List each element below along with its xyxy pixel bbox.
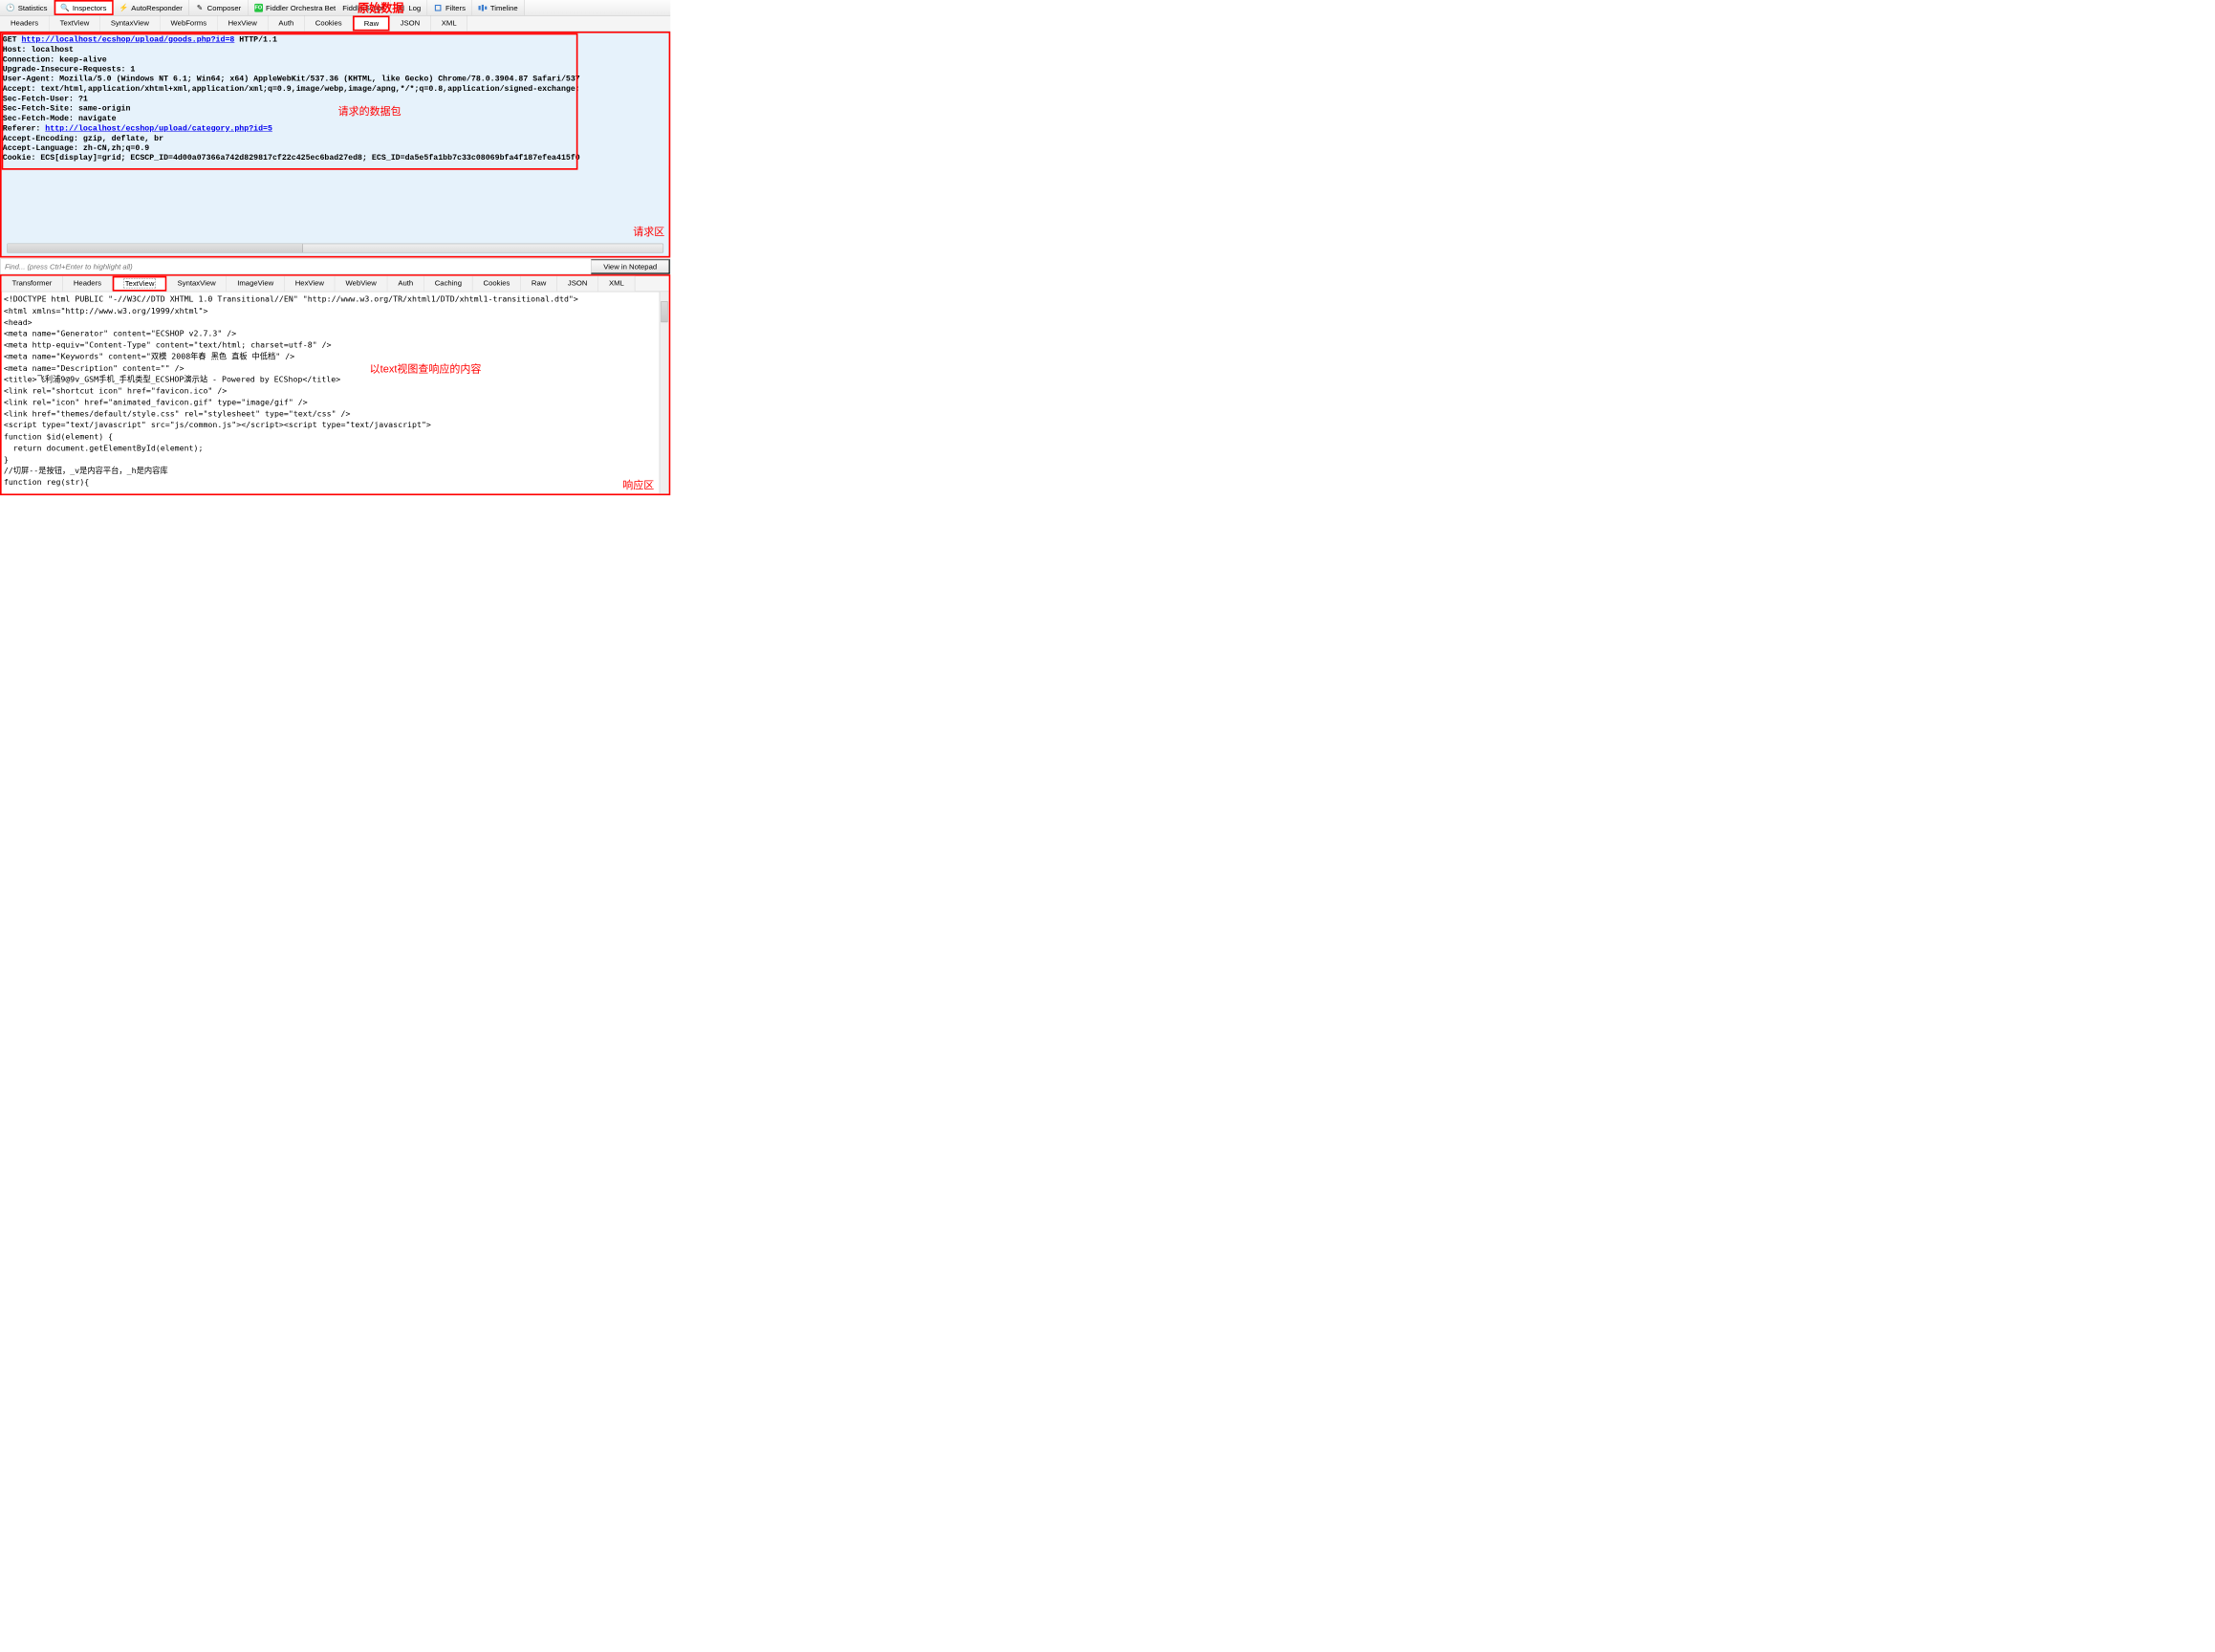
request-pane: GET http://localhost/ecshop/upload/goods… [0,32,670,258]
tab-label: SyntaxView [111,18,149,27]
tab-label: HexView [295,279,324,288]
horizontal-scrollbar[interactable] [7,244,663,253]
tab-timeline[interactable]: Timeline [472,0,525,15]
tab-label: XML [609,279,624,288]
vertical-scrollbar[interactable] [660,292,669,493]
request-url-link[interactable]: http://localhost/ecshop/upload/goods.php… [22,35,235,44]
req-tab-json[interactable]: JSON [390,16,431,32]
tab-label: TextView [60,18,90,27]
tab-label: Composer [207,4,242,12]
tab-statistics[interactable]: 🕑 Statistics [0,0,54,15]
request-raw-text[interactable]: GET http://localhost/ecshop/upload/goods… [2,33,669,165]
annotation-request-area: 请求区 [633,223,664,238]
tab-filters[interactable]: Filters [427,0,472,15]
referer-url-link[interactable]: http://localhost/ecshop/upload/category.… [45,124,272,133]
tab-label: WebView [346,279,377,288]
timeline-icon [479,4,488,12]
stopwatch-icon: 🕑 [7,4,15,12]
tab-label: Auth [278,18,293,27]
resp-tab-imageview[interactable]: ImageView [227,276,285,292]
tab-composer[interactable]: ✎ Composer [189,0,248,15]
tab-label: Log [408,4,421,12]
resp-tab-cookies[interactable]: Cookies [473,276,521,292]
response-tab-strip: Transformer Headers TextView SyntaxView … [2,276,669,293]
req-tab-xml[interactable]: XML [431,16,467,32]
resp-tab-textview[interactable]: TextView [113,276,167,292]
main-tab-strip: 🕑 Statistics 🔍 Inspectors ⚡ AutoResponde… [0,0,670,16]
resp-tab-headers[interactable]: Headers [63,276,113,292]
resp-tab-caching[interactable]: Caching [424,276,473,292]
tab-label: Headers [74,279,101,288]
tab-label: Timeline [490,4,518,12]
tab-label: Raw [364,19,379,28]
response-body-text[interactable]: <!DOCTYPE html PUBLIC "-//W3C//DTD XHTML… [2,292,669,493]
annotation-response-view: 以text视图查响应的内容 [370,360,482,376]
resp-tab-xml[interactable]: XML [598,276,635,292]
tab-label: Auth [398,279,413,288]
req-tab-syntaxview[interactable]: SyntaxView [100,16,161,32]
tab-label: Cookies [484,279,510,288]
resp-tab-raw[interactable]: Raw [521,276,557,292]
tab-label: Inspectors [73,4,107,12]
find-bar: View in Notepad [0,259,670,275]
tab-label: TextView [123,279,156,289]
resp-tab-auth[interactable]: Auth [387,276,423,292]
tab-inspectors[interactable]: 🔍 Inspectors [54,0,114,15]
tab-label: XML [442,18,457,27]
annotation-raw-data: 原始数据 [358,0,403,16]
tab-label: Caching [435,279,462,288]
tab-label: HexView [228,18,257,27]
find-input[interactable] [1,259,592,273]
tab-label: Fiddler Orchestra Beta [266,4,339,12]
pencil-icon: ✎ [196,4,205,12]
request-tab-strip: Headers TextView SyntaxView WebForms Hex… [0,16,670,33]
lightning-icon: ⚡ [119,4,128,12]
req-tab-auth[interactable]: Auth [268,16,304,32]
tab-label: Transformer [12,279,53,288]
tab-orchestra[interactable]: FO Fiddler Orchestra Beta [248,0,346,15]
req-tab-hexview[interactable]: HexView [218,16,269,32]
fo-icon: FO [254,4,263,12]
tab-label: Statistics [18,4,48,12]
resp-tab-json[interactable]: JSON [557,276,598,292]
tab-label: ImageView [237,279,273,288]
response-pane: Transformer Headers TextView SyntaxView … [0,274,670,495]
scrollbar-thumb[interactable] [661,301,667,322]
tab-label: JSON [568,279,588,288]
resp-tab-syntaxview[interactable]: SyntaxView [167,276,228,292]
tab-label: Raw [532,279,546,288]
req-tab-headers[interactable]: Headers [0,16,50,32]
resp-tab-transformer[interactable]: Transformer [2,276,63,292]
req-tab-textview[interactable]: TextView [50,16,100,32]
resp-tab-webview[interactable]: WebView [336,276,388,292]
tab-label: AutoResponder [131,4,183,12]
tab-label: WebForms [171,18,207,27]
resp-tab-hexview[interactable]: HexView [285,276,336,292]
req-tab-cookies[interactable]: Cookies [305,16,353,32]
annotation-response-area: 响应区 [622,476,654,491]
tab-autoresponder[interactable]: ⚡ AutoResponder [114,0,189,15]
magnifier-icon: 🔍 [61,4,70,12]
req-tab-raw[interactable]: Raw [353,16,390,32]
annotation-request-packet: 请求的数据包 [338,102,402,118]
filters-icon [434,4,443,12]
req-tab-webforms[interactable]: WebForms [161,16,218,32]
tab-label: Cookies [315,18,342,27]
tab-label: Filters [445,4,466,12]
tab-label: SyntaxView [178,279,216,288]
tab-label: Headers [11,18,38,27]
view-in-notepad-button[interactable]: View in Notepad [591,259,670,273]
tab-label: JSON [401,18,421,27]
